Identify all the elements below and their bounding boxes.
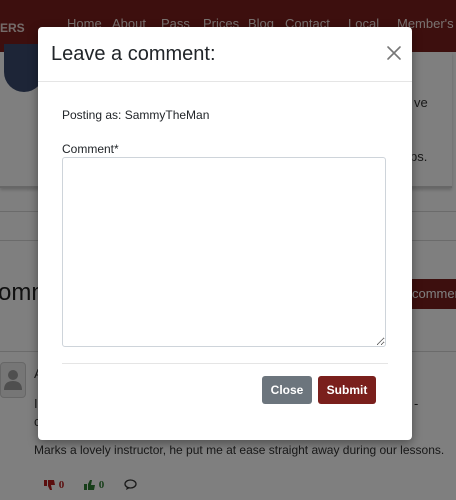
posting-as-text: Posting as: SammyTheMan	[62, 108, 210, 122]
modal-title: Leave a comment:	[51, 43, 216, 65]
close-icon[interactable]	[386, 45, 402, 61]
modal-footer-divider	[62, 363, 388, 364]
leave-comment-modal: Leave a comment: Posting as: SammyTheMan…	[38, 27, 412, 440]
comment-textarea[interactable]	[62, 157, 386, 347]
close-button[interactable]: Close	[262, 376, 312, 404]
submit-button[interactable]: Submit	[318, 376, 376, 404]
modal-header: Leave a comment:	[38, 27, 412, 82]
comment-label: Comment*	[62, 142, 119, 156]
